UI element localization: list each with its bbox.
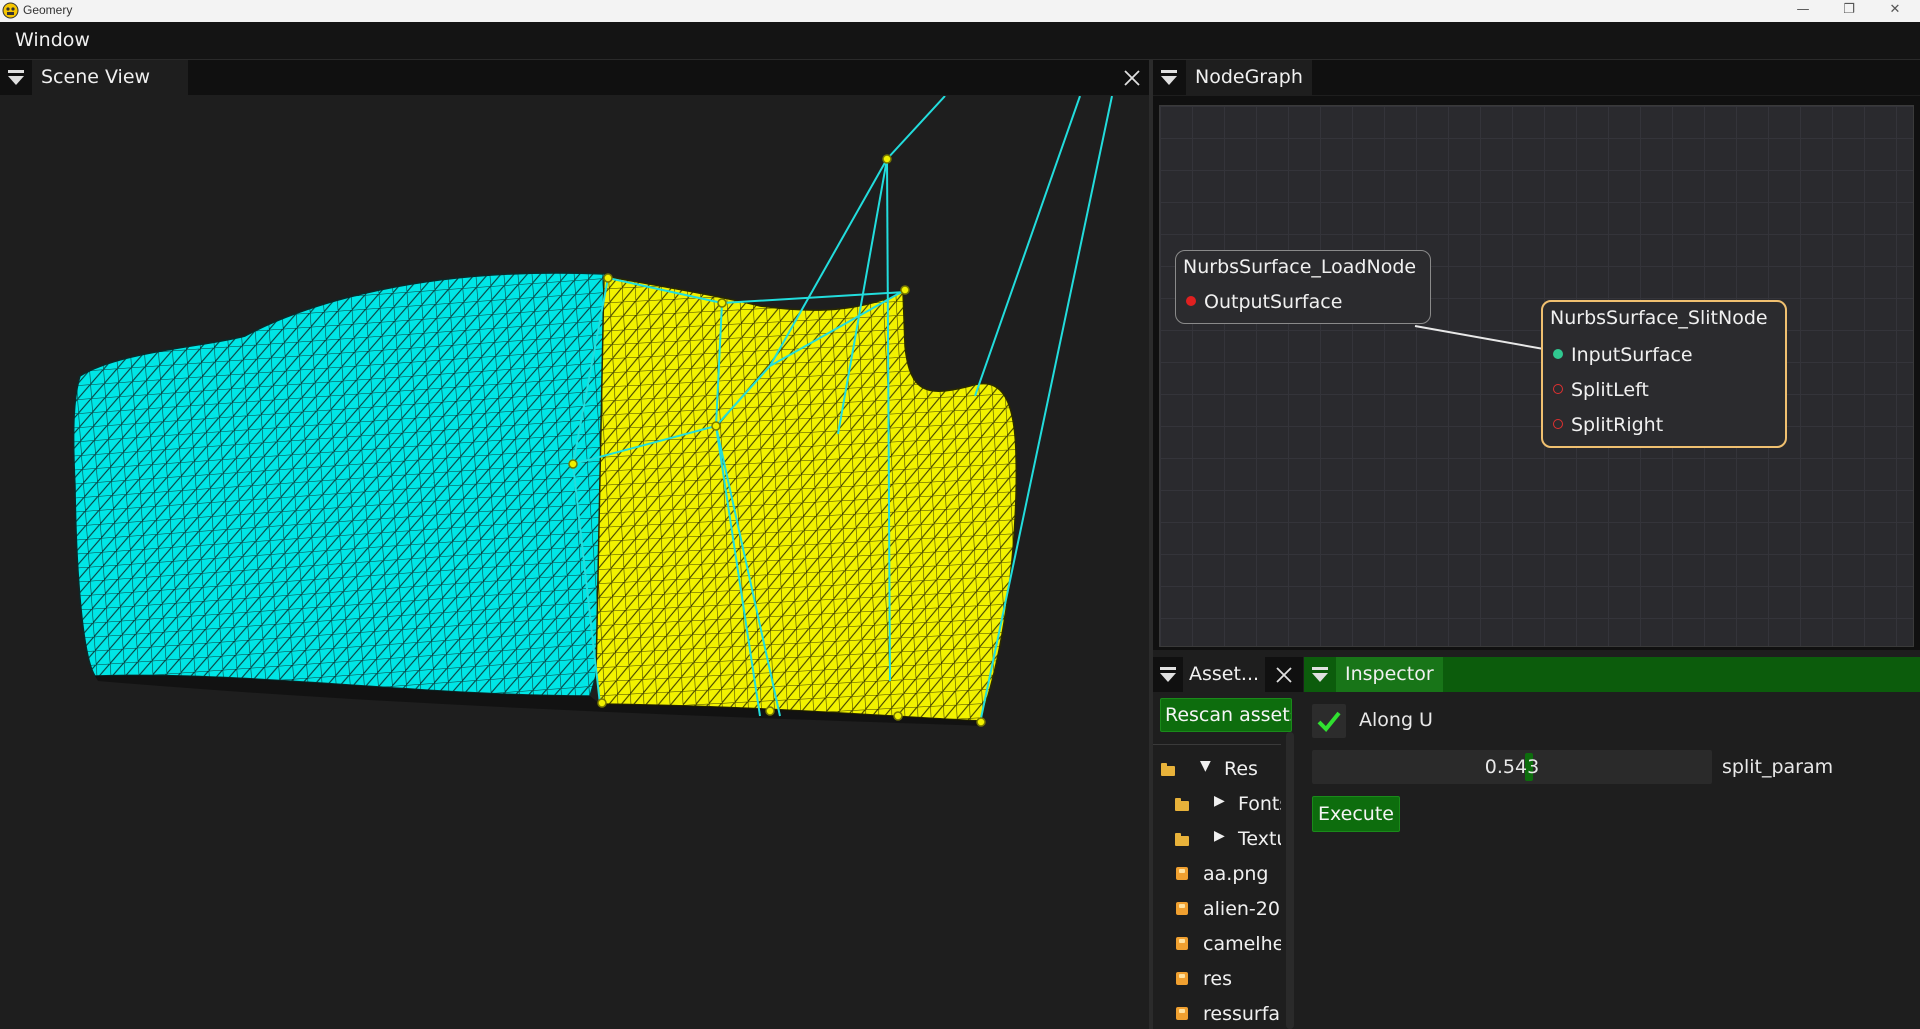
panel-menu-icon[interactable] xyxy=(1160,667,1176,683)
asset-tree-item-label: ressurface xyxy=(1203,1003,1281,1025)
asset-tree-item[interactable]: alien-20 xyxy=(1153,896,1281,926)
node-split[interactable]: NurbsSurface_SlitNode InputSurface Split… xyxy=(1541,300,1787,448)
app-icon xyxy=(2,2,19,19)
nodegraph-header: NodeGraph xyxy=(1153,60,1920,95)
checkmark-icon xyxy=(1317,711,1341,732)
nodegraph-canvas[interactable]: NurbsSurface_LoadNode OutputSurface Nurb… xyxy=(1159,105,1914,647)
pin-split-left[interactable]: SplitLeft xyxy=(1553,379,1649,401)
scene-view-header: Scene View xyxy=(0,60,1149,95)
folder-icon xyxy=(1175,798,1189,811)
close-window-button[interactable]: ✕ xyxy=(1872,0,1918,22)
nurbs-surface-render[interactable] xyxy=(0,96,1149,1029)
pin-input-surface[interactable]: InputSurface xyxy=(1553,344,1693,366)
panel-menu-icon[interactable] xyxy=(1161,70,1177,86)
pin-split-left-dot-icon xyxy=(1553,383,1563,394)
assets-header: Asset... xyxy=(1153,657,1303,692)
asset-tree-item[interactable]: res xyxy=(1153,966,1281,996)
file-icon xyxy=(1176,1007,1188,1020)
chevron-right-icon[interactable]: ▶ xyxy=(1214,793,1225,809)
asset-tree-item[interactable]: camelhead xyxy=(1153,931,1281,961)
chevron-down-icon[interactable]: ▼ xyxy=(1200,758,1211,774)
asset-tree-item[interactable]: aa.png xyxy=(1153,861,1281,891)
pin-split-right[interactable]: SplitRight xyxy=(1553,414,1663,436)
node-link xyxy=(1414,325,1556,352)
pin-output-label: OutputSurface xyxy=(1204,291,1343,313)
node-load-title: NurbsSurface_LoadNode xyxy=(1183,256,1417,278)
tab-assets-label: Asset... xyxy=(1189,663,1260,685)
panel-menu-icon[interactable] xyxy=(1312,667,1328,683)
asset-tree-item-label: res xyxy=(1203,968,1232,990)
pin-split-right-dot-icon xyxy=(1553,418,1563,429)
inspector-panel: Along U 0.543 split_param Execute xyxy=(1304,692,1920,1029)
tab-inspector-label: Inspector xyxy=(1345,663,1434,685)
split-param-label: split_param xyxy=(1722,756,1834,778)
pin-input-dot-icon xyxy=(1553,348,1563,359)
close-icon[interactable] xyxy=(1275,666,1293,684)
along-u-label: Along U xyxy=(1359,709,1433,731)
execute-button[interactable]: Execute xyxy=(1312,796,1400,832)
asset-tree-item-label: camelhead xyxy=(1203,933,1281,955)
restore-button[interactable]: ❐ xyxy=(1826,0,1872,22)
rescan-assets-button[interactable]: Rescan assets xyxy=(1160,698,1292,732)
pin-split-left-label: SplitLeft xyxy=(1571,379,1649,401)
tab-scene-view[interactable]: Scene View xyxy=(32,60,188,95)
folder-icon xyxy=(1175,833,1189,846)
node-load[interactable]: NurbsSurface_LoadNode OutputSurface xyxy=(1175,250,1431,324)
asset-tree-item-label: Fonts xyxy=(1238,793,1281,815)
folder-icon xyxy=(1161,763,1175,776)
asset-tree-item-label: Textures xyxy=(1238,828,1281,850)
assets-panel: Rescan assets ▼ Res ▶ Fonts ▶ Textures aa.png a… xyxy=(1153,692,1303,1029)
minimize-button[interactable]: — xyxy=(1780,0,1826,22)
along-u-checkbox[interactable] xyxy=(1312,704,1346,738)
tab-nodegraph[interactable]: NodeGraph xyxy=(1186,60,1312,95)
asset-tree-item-label: aa.png xyxy=(1203,863,1269,885)
asset-tree-item[interactable]: ▶ Fonts xyxy=(1153,791,1281,821)
window-title: Geomery xyxy=(23,3,73,17)
pin-input-label: InputSurface xyxy=(1571,344,1693,366)
surface-right-part xyxy=(595,275,1018,722)
assets-scrollbar[interactable] xyxy=(1286,732,1294,1029)
file-icon xyxy=(1176,902,1188,915)
nodegraph-panel: NurbsSurface_LoadNode OutputSurface Nurb… xyxy=(1153,96,1920,650)
tab-assets[interactable]: Asset... xyxy=(1183,657,1266,692)
split-param-value: 0.543 xyxy=(1484,756,1540,778)
tab-nodegraph-label: NodeGraph xyxy=(1195,66,1303,88)
title-bar: Geomery — ❐ ✕ xyxy=(0,0,1920,22)
file-icon xyxy=(1176,972,1188,985)
file-icon xyxy=(1176,937,1188,950)
asset-tree-item-label: Res xyxy=(1224,758,1258,780)
node-split-title: NurbsSurface_SlitNode xyxy=(1550,307,1768,329)
pin-split-right-label: SplitRight xyxy=(1571,414,1664,436)
asset-tree-item[interactable]: ▼ Res xyxy=(1153,756,1281,786)
pin-output-surface[interactable]: OutputSurface xyxy=(1186,291,1342,313)
split-param-slider[interactable]: 0.543 xyxy=(1312,750,1712,784)
surface-left-part xyxy=(72,272,611,697)
asset-tree-item-label: alien-20 xyxy=(1203,898,1280,920)
panel-menu-icon[interactable] xyxy=(8,70,24,86)
menu-bar: Window xyxy=(0,22,1920,60)
chevron-right-icon[interactable]: ▶ xyxy=(1214,828,1225,844)
close-icon[interactable] xyxy=(1123,69,1141,87)
asset-tree-item[interactable]: ressurface xyxy=(1153,1001,1281,1029)
tab-scene-view-label: Scene View xyxy=(41,66,151,88)
menu-window[interactable]: Window xyxy=(15,29,90,51)
scene-viewport[interactable] xyxy=(0,96,1149,1029)
asset-tree-item[interactable]: ▶ Textures xyxy=(1153,826,1281,856)
file-icon xyxy=(1176,867,1188,880)
tab-inspector[interactable]: Inspector xyxy=(1336,657,1443,692)
pin-output-dot-icon xyxy=(1186,295,1196,306)
inspector-header: Inspector xyxy=(1304,657,1920,692)
